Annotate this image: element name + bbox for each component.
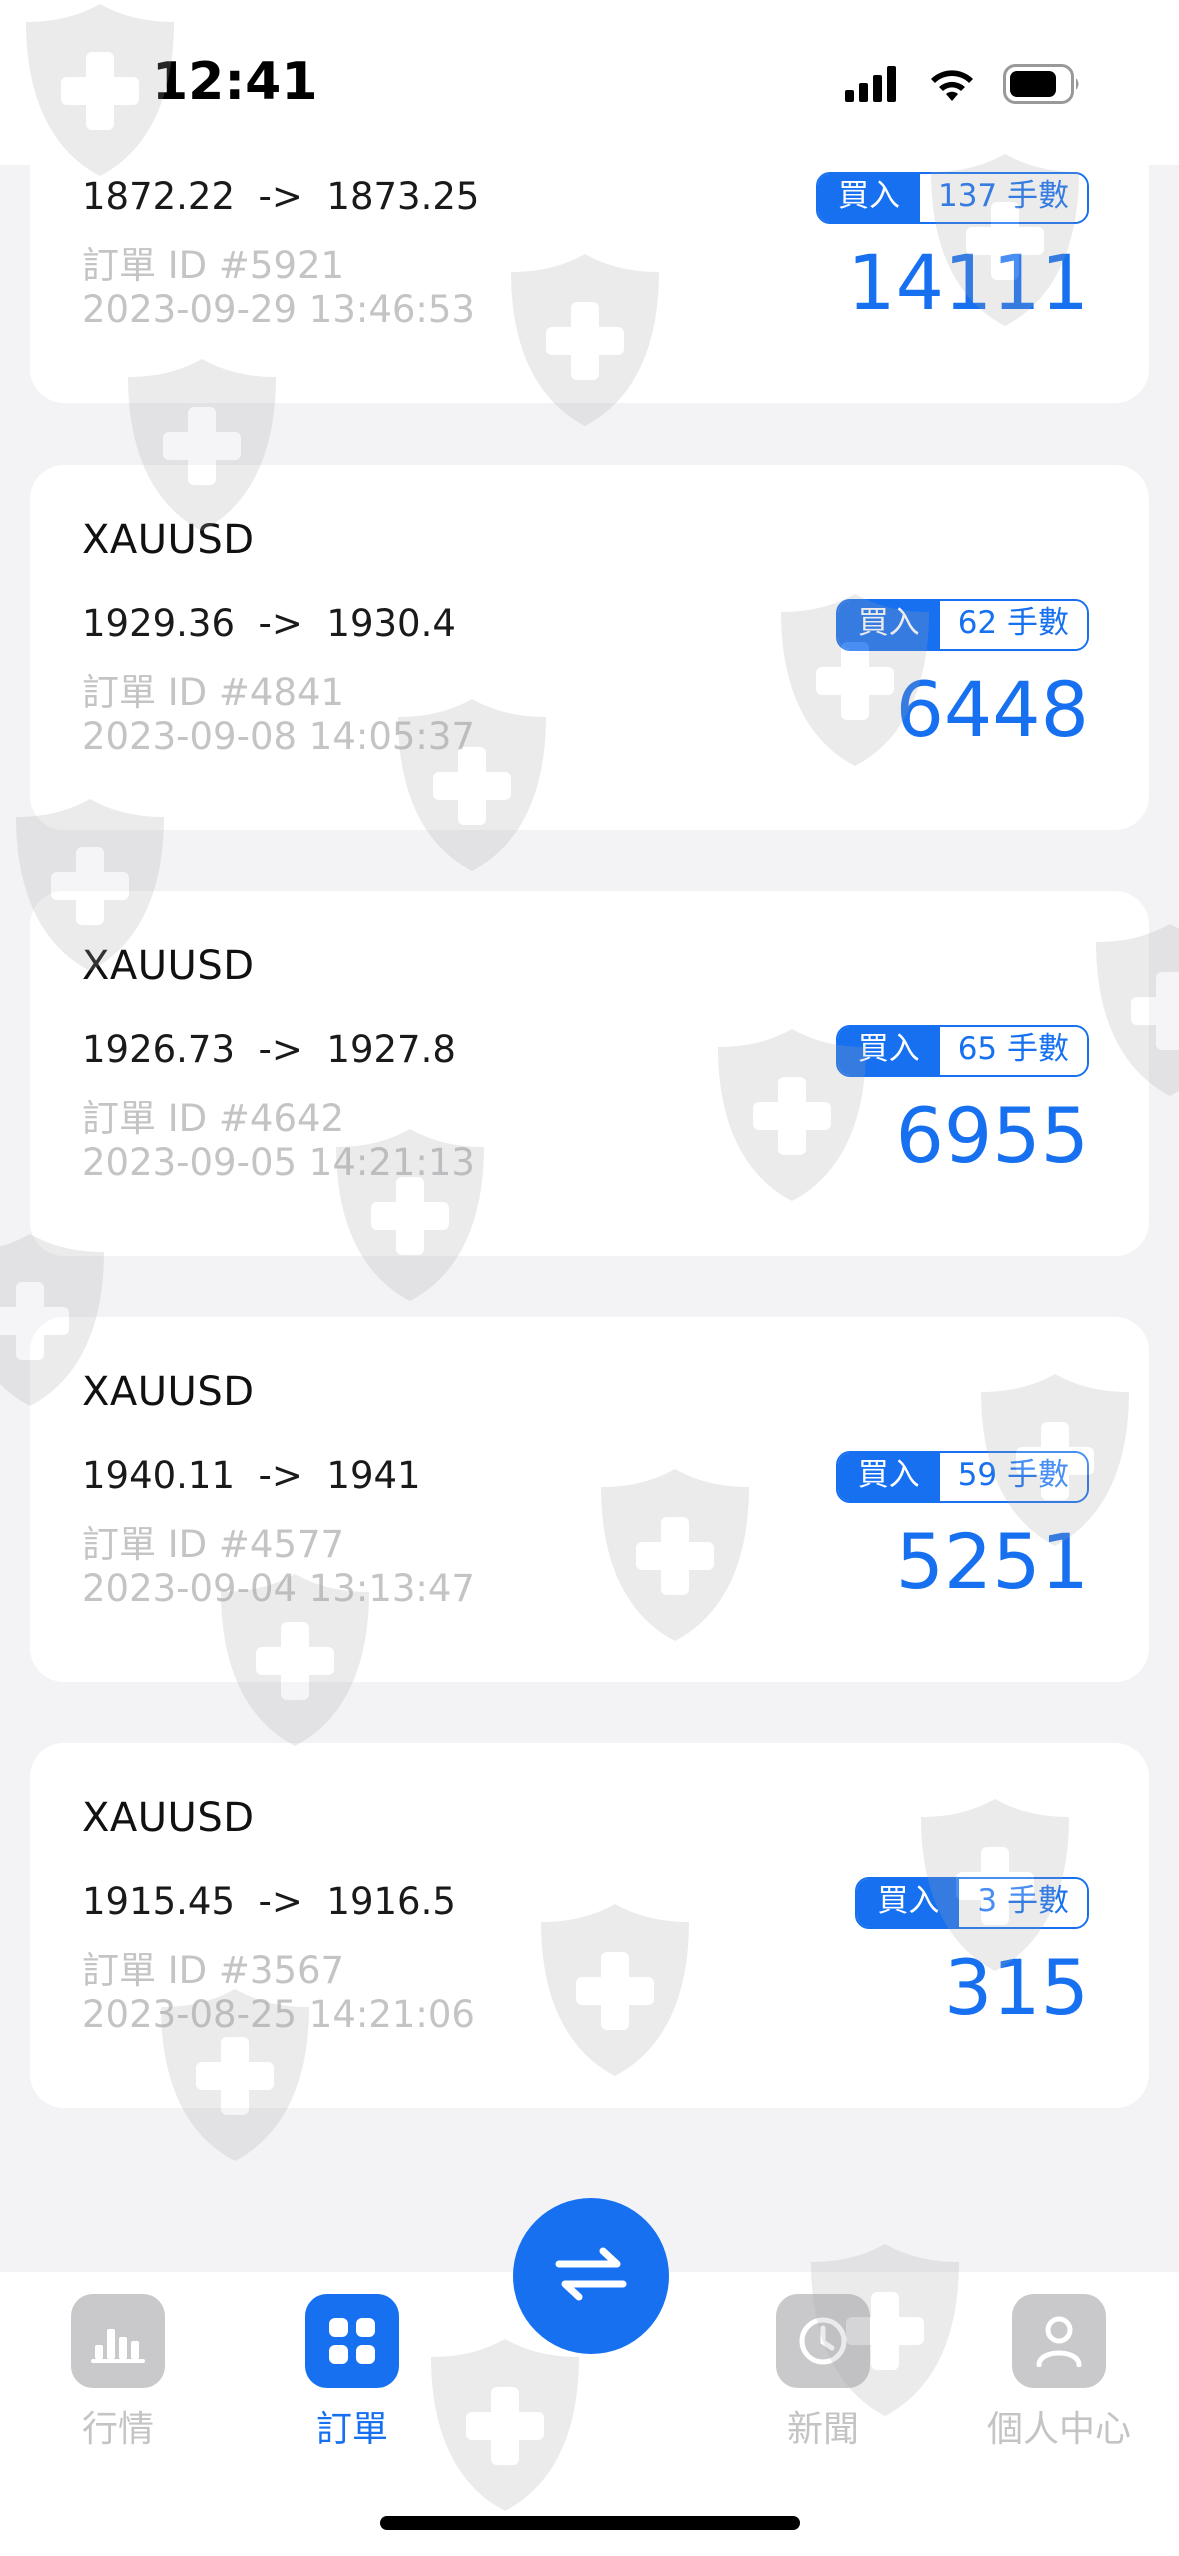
order-amount: 14111 <box>847 238 1089 327</box>
order-timestamp: 2023-09-04 13:13:47 <box>82 1567 475 1610</box>
tab-orders[interactable]: 訂單 <box>272 2294 432 2452</box>
order-price-line: 1872.22 -> 1873.25 <box>82 175 480 218</box>
order-symbol: XAUUSD <box>82 517 255 563</box>
order-amount: 5251 <box>895 1517 1089 1606</box>
tab-label: 訂單 <box>315 2409 388 2450</box>
battery-icon <box>1003 64 1083 108</box>
swap-arrows-icon <box>551 2246 631 2306</box>
tab-market[interactable]: 行情 <box>38 2294 198 2452</box>
person-icon <box>1012 2294 1106 2388</box>
order-timestamp: 2023-09-29 13:46:53 <box>82 288 475 331</box>
tab-label: 新聞 <box>786 2409 859 2450</box>
order-timestamp: 2023-09-08 14:05:37 <box>82 715 475 758</box>
order-timestamp: 2023-09-05 14:21:13 <box>82 1141 475 1184</box>
order-side-badge: 買入 59 手數 <box>835 1451 1089 1503</box>
order-side-badge: 買入 137 手數 <box>815 172 1089 224</box>
tab-label: 行情 <box>81 2409 154 2450</box>
bar-chart-icon <box>71 2294 165 2388</box>
home-indicator <box>380 2516 800 2530</box>
order-card[interactable]: XAUUSD 1940.11 -> 1941 訂單 ID #4577 2023-… <box>30 1317 1149 1682</box>
order-side-badge: 買入 62 手數 <box>835 599 1089 651</box>
order-side: 買入 <box>837 1027 940 1075</box>
order-symbol: XAUUSD <box>82 1369 255 1415</box>
order-price-line: 1915.45 -> 1916.5 <box>82 1880 456 1923</box>
order-card[interactable]: XAUUSD 1926.73 -> 1927.8 訂單 ID #4642 202… <box>30 891 1149 1256</box>
order-id: 訂單 ID #5921 <box>82 244 345 287</box>
order-lots: 137 手數 <box>919 174 1087 222</box>
cellular-signal-icon <box>845 66 901 106</box>
order-side-badge: 買入 3 手數 <box>855 1877 1089 1929</box>
order-side: 買入 <box>857 1879 960 1927</box>
order-amount: 6448 <box>895 665 1089 754</box>
order-amount: 315 <box>943 1943 1089 2032</box>
wifi-icon <box>927 65 977 107</box>
status-bar: 12:41 <box>0 0 1179 165</box>
tab-profile[interactable]: 個人中心 <box>979 2294 1139 2452</box>
order-side: 買入 <box>837 1453 940 1501</box>
order-price-line: 1929.36 -> 1930.4 <box>82 602 456 645</box>
order-lots: 65 手數 <box>939 1027 1087 1075</box>
order-symbol: XAUUSD <box>82 943 255 989</box>
order-id: 訂單 ID #4577 <box>82 1523 345 1566</box>
tab-news[interactable]: 新聞 <box>743 2294 903 2452</box>
order-id: 訂單 ID #4841 <box>82 671 345 714</box>
order-lots: 62 手數 <box>939 601 1087 649</box>
order-card[interactable]: XAUUSD 1929.36 -> 1930.4 訂單 ID #4841 202… <box>30 465 1149 830</box>
order-id: 訂單 ID #4642 <box>82 1097 345 1140</box>
order-lots: 59 手數 <box>939 1453 1087 1501</box>
order-timestamp: 2023-08-25 14:21:06 <box>82 1993 475 2036</box>
order-symbol: XAUUSD <box>82 1795 255 1841</box>
grid-icon <box>305 2294 399 2388</box>
order-lots: 3 手數 <box>959 1879 1087 1927</box>
trade-action-button[interactable] <box>513 2198 669 2354</box>
order-card[interactable]: XAUUSD 1915.45 -> 1916.5 訂單 ID #3567 202… <box>30 1743 1149 2108</box>
status-time: 12:41 <box>152 52 318 112</box>
order-side-badge: 買入 65 手數 <box>835 1025 1089 1077</box>
order-price-line: 1926.73 -> 1927.8 <box>82 1028 456 1071</box>
tab-label: 個人中心 <box>986 2409 1131 2450</box>
order-id: 訂單 ID #3567 <box>82 1949 345 1992</box>
order-price-line: 1940.11 -> 1941 <box>82 1454 421 1497</box>
status-icons <box>845 64 1083 108</box>
order-side: 買入 <box>817 174 920 222</box>
order-side: 買入 <box>837 601 940 649</box>
clock-icon <box>776 2294 870 2388</box>
order-amount: 6955 <box>895 1091 1089 1180</box>
